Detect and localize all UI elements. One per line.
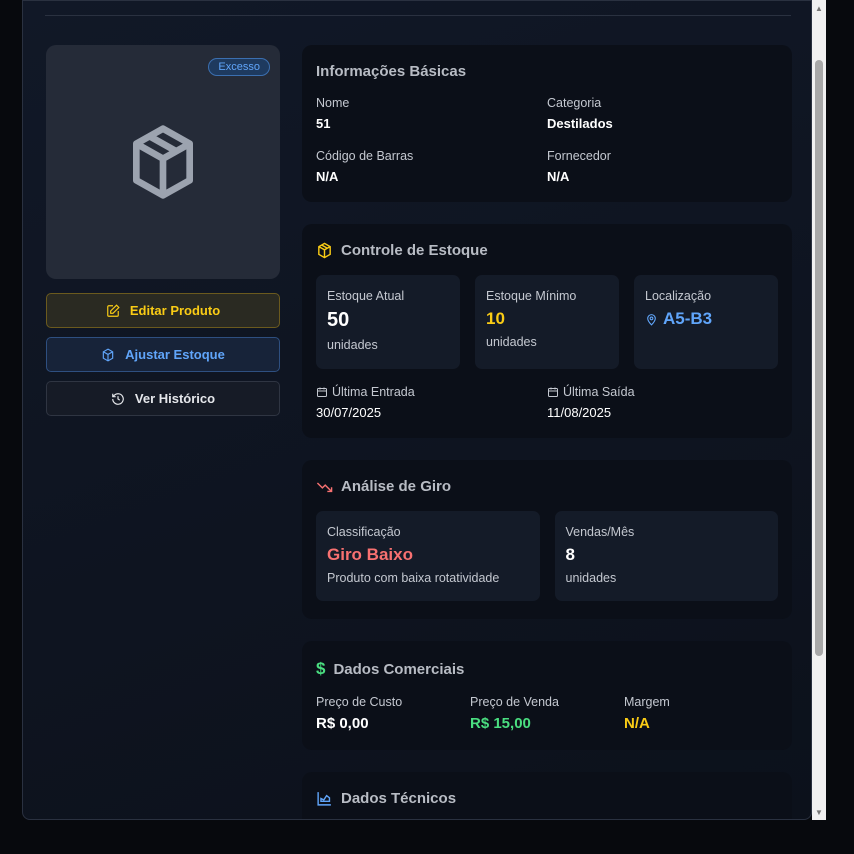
location-tile: Localização A5-B3 bbox=[634, 275, 778, 369]
supplier-label: Fornecedor bbox=[547, 149, 611, 163]
product-image: Excesso bbox=[46, 45, 280, 279]
calendar-icon bbox=[548, 387, 558, 397]
margin-label: Margem bbox=[624, 695, 670, 709]
cost-label: Preço de Custo bbox=[316, 695, 403, 709]
technical-card: Dados Técnicos bbox=[302, 772, 792, 819]
classification-tile: Classificação Giro Baixo Produto com baixa… bbox=[316, 511, 540, 601]
chart-icon bbox=[317, 792, 331, 806]
technical-title: Dados Técnicos bbox=[341, 790, 457, 807]
package-icon bbox=[133, 125, 194, 199]
package-icon bbox=[318, 242, 331, 259]
category-value: Destilados bbox=[547, 116, 613, 131]
scrollbar-thumb[interactable] bbox=[815, 60, 823, 656]
dollar-icon: $ bbox=[316, 659, 326, 678]
calendar-icon bbox=[317, 387, 327, 397]
left-column: Excesso Editar Produto Ajustar Estoque V… bbox=[46, 45, 280, 416]
status-badge: Excesso bbox=[208, 58, 270, 76]
margin-value: N/A bbox=[624, 715, 650, 732]
supplier-value: N/A bbox=[547, 169, 570, 184]
turnover-title: Análise de Giro bbox=[341, 478, 452, 495]
basic-info-title: Informações Básicas bbox=[316, 63, 467, 80]
turnover-card: Análise de Giro Classificação Giro Baixo P… bbox=[302, 460, 792, 619]
current-stock-tile: Estoque Atual 50 unidades bbox=[316, 275, 460, 369]
commercial-card: $ Dados Comerciais Preço de Custo R$ 0,00 … bbox=[302, 641, 792, 750]
view-history-label: Ver Histórico bbox=[134, 391, 216, 406]
current-stock-unit: unidades bbox=[327, 338, 378, 352]
sales-unit: unidades bbox=[565, 571, 617, 585]
edit-product-label: Editar Produto bbox=[129, 303, 221, 318]
adjust-stock-label: Ajustar Estoque bbox=[125, 347, 225, 362]
last-entry-label: Última Entrada bbox=[332, 385, 415, 399]
current-stock-label: Estoque Atual bbox=[327, 289, 405, 303]
classification-description: Produto com baixa rotatividade bbox=[327, 571, 500, 585]
sales-label: Vendas/Mês bbox=[565, 525, 635, 539]
min-stock-label: Estoque Mínimo bbox=[486, 289, 577, 303]
stock-control-title: Controle de Estoque bbox=[341, 242, 488, 259]
basic-info-card: Informações Básicas Nome 51 Categoria Dest… bbox=[302, 45, 792, 202]
view-history-button[interactable]: Ver Histórico bbox=[46, 381, 280, 416]
last-exit-label: Última Saída bbox=[563, 385, 635, 399]
edit-icon bbox=[107, 303, 120, 317]
name-label: Nome bbox=[316, 96, 350, 110]
barcode-label: Código de Barras bbox=[316, 149, 414, 163]
classification-label: Classificação bbox=[327, 525, 401, 539]
edit-product-button[interactable]: Editar Produto bbox=[46, 293, 280, 328]
price-value: R$ 15,00 bbox=[470, 715, 531, 732]
min-stock-value: 10 bbox=[486, 309, 505, 328]
name-value: 51 bbox=[316, 116, 331, 131]
package-icon bbox=[102, 347, 114, 362]
map-pin-icon bbox=[647, 313, 656, 326]
commercial-title: Dados Comerciais bbox=[333, 660, 465, 678]
location-value: A5-B3 bbox=[663, 309, 713, 328]
scroll-down-icon[interactable]: ▼ bbox=[815, 808, 823, 817]
divider bbox=[45, 15, 791, 16]
min-stock-tile: Estoque Mínimo 10 unidades bbox=[475, 275, 619, 369]
cost-value: R$ 0,00 bbox=[316, 715, 369, 732]
classification-value: Giro Baixo bbox=[327, 545, 413, 564]
last-entry-value: 30/07/2025 bbox=[316, 405, 382, 420]
stock-control-card: Controle de Estoque Estoque Atual 50 unida… bbox=[302, 224, 792, 438]
sales-value: 8 bbox=[565, 545, 575, 564]
right-column: Informações Básicas Nome 51 Categoria Dest… bbox=[302, 45, 792, 819]
product-details-modal: Excesso Editar Produto Ajustar Estoque V… bbox=[22, 0, 812, 820]
current-stock-value: 50 bbox=[327, 309, 350, 331]
scrollbar[interactable]: ▲ ▼ bbox=[812, 0, 826, 820]
last-exit-value: 11/08/2025 bbox=[547, 405, 612, 420]
history-icon bbox=[112, 392, 124, 405]
category-label: Categoria bbox=[547, 96, 602, 110]
min-stock-unit: unidades bbox=[486, 335, 537, 349]
trending-down-icon bbox=[316, 482, 333, 493]
sales-tile: Vendas/Mês 8 unidades bbox=[554, 511, 778, 601]
scroll-up-icon[interactable]: ▲ bbox=[815, 4, 823, 13]
barcode-value: N/A bbox=[316, 169, 339, 184]
price-label: Preço de Venda bbox=[470, 695, 559, 709]
adjust-stock-button[interactable]: Ajustar Estoque bbox=[46, 337, 280, 372]
location-label: Localização bbox=[645, 289, 712, 303]
